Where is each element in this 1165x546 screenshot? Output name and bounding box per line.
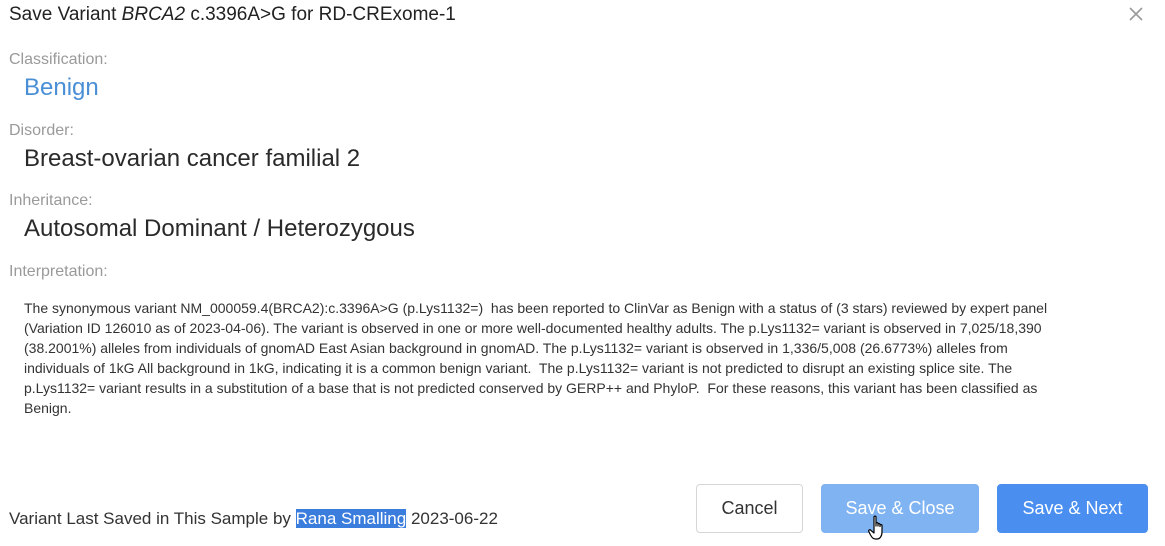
inheritance-label: Inheritance: xyxy=(9,192,93,209)
disorder-label: Disorder: xyxy=(9,122,74,139)
save-and-close-button[interactable]: Save & Close xyxy=(821,484,979,533)
close-icon[interactable] xyxy=(1126,4,1146,24)
title-prefix: Save Variant xyxy=(9,4,117,25)
last-saved-date: 2023-06-22 xyxy=(410,509,498,528)
last-saved-prefix: Variant Last Saved in This Sample by xyxy=(9,509,291,528)
classification-value: Benign xyxy=(24,74,99,101)
classification-label: Classification: xyxy=(9,51,108,68)
save-and-next-button[interactable]: Save & Next xyxy=(997,484,1148,533)
dialog-title: Save Variant BRCA2 c.3396A>G for RD-CREx… xyxy=(9,4,456,26)
interpretation-text: The synonymous variant NM_000059.4(BRCA2… xyxy=(24,300,1048,416)
gene-name: BRCA2 xyxy=(121,4,186,25)
last-saved-user: Rana Smalling xyxy=(295,509,407,528)
inheritance-value: Autosomal Dominant / Heterozygous xyxy=(24,215,415,242)
hand-pointer-icon xyxy=(868,515,883,540)
disorder-value: Breast-ovarian cancer familial 2 xyxy=(24,145,361,172)
last-saved-status: Variant Last Saved in This Sample by Ran… xyxy=(9,509,498,529)
cancel-button[interactable]: Cancel xyxy=(696,484,803,533)
title-suffix: c.3396A>G for RD-CRExome-1 xyxy=(190,4,456,25)
interpretation-label: Interpretation: xyxy=(9,263,108,280)
